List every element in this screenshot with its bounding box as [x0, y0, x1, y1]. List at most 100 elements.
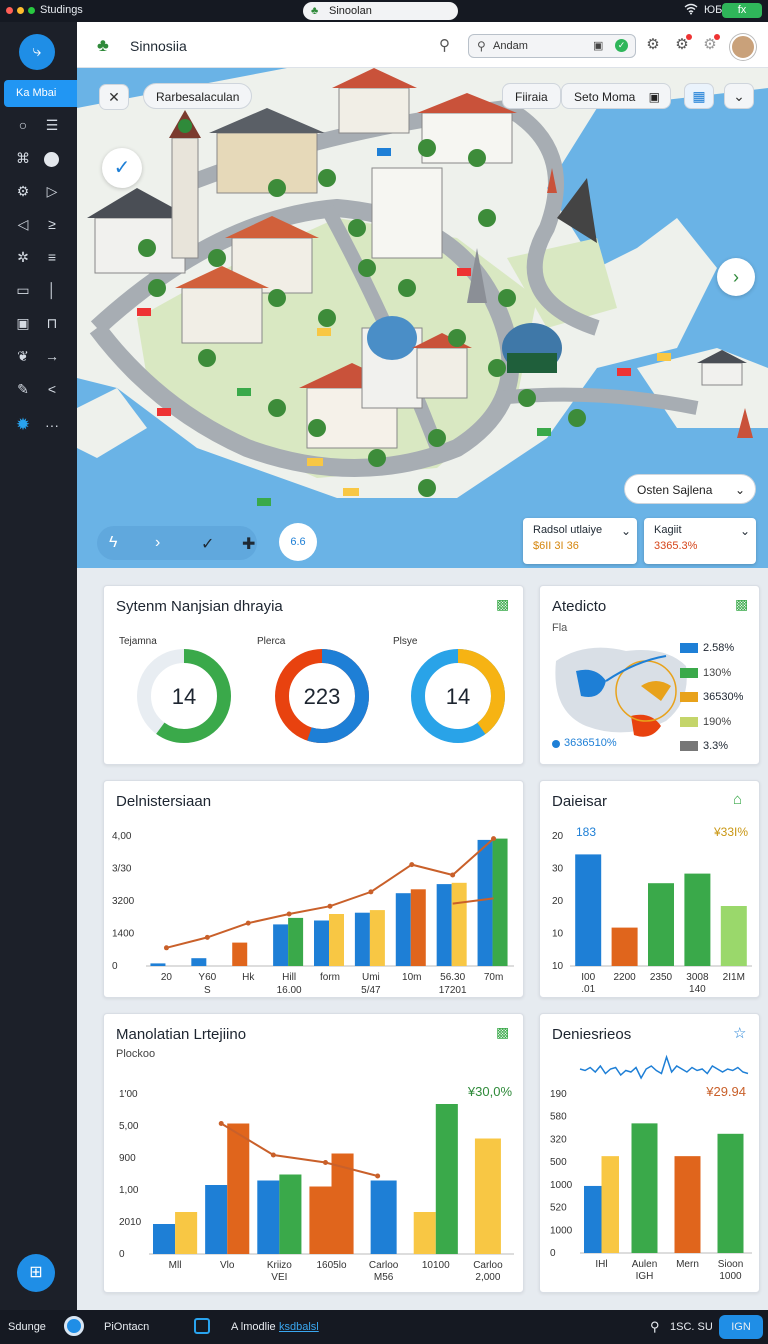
map-filter-chip[interactable]: Fiiraia — [502, 83, 561, 109]
edit-icon[interactable]: ✎ — [14, 380, 32, 398]
region-dropdown[interactable]: Osten Sajlena ⌄ — [624, 474, 756, 504]
home-icon[interactable]: ⌂ — [733, 791, 742, 808]
users-icon[interactable]: ❦ — [14, 347, 32, 365]
x-tick-label: 3008 — [686, 972, 709, 983]
tool-plus-icon[interactable]: ✚ — [242, 534, 255, 554]
bar — [205, 1185, 228, 1254]
briefcase-icon[interactable]: ▣ — [14, 314, 32, 332]
star-outline-icon[interactable]: ☆ — [733, 1024, 746, 1042]
gear-outline-icon[interactable]: ⚙ — [14, 182, 32, 200]
map-check-button[interactable]: ✓ — [102, 148, 142, 188]
folder-icon[interactable]: ▭ — [14, 281, 32, 299]
donut-label: Plerca — [257, 636, 286, 647]
bar-card-3-title: Manolatian Lrtejiino — [116, 1026, 247, 1043]
trend-point — [409, 862, 415, 868]
zoom-button[interactable]: 6.6 — [279, 523, 317, 561]
bar — [309, 1186, 332, 1254]
tool-bolt-icon[interactable]: ϟ — [109, 534, 117, 552]
x-sublabel: 2,000 — [475, 1272, 500, 1283]
bar-card-3: Manolatian Lrtejiino Plockoo ▩ 1'00 5,00 9… — [103, 1013, 524, 1293]
leaf-icon: ♣ — [311, 5, 319, 17]
browser-tab[interactable]: ♣ Sinoolan — [303, 2, 458, 20]
y-tick-label: 1'00 — [119, 1089, 138, 1100]
settings-icon[interactable]: ✹ — [14, 416, 32, 434]
bottom-link[interactable]: ksdbalsl — [279, 1321, 319, 1333]
bar — [684, 873, 711, 966]
x-tick-label: 56.30 — [440, 972, 465, 983]
tool-arrow-icon[interactable]: › — [155, 534, 160, 552]
apps-grid-button[interactable]: ⊞ — [17, 1254, 55, 1292]
greater-equal-icon[interactable]: ≥ — [43, 215, 61, 233]
play-icon[interactable]: ▷ — [43, 182, 61, 200]
primary-action-button[interactable]: IGN — [719, 1315, 763, 1339]
bar-card-2: Daieisar ⌂ 20 30 20 10 10 183 ¥33I% I00.01 2200 2… — [539, 780, 760, 998]
legend-swatch — [680, 643, 698, 654]
geo-export-icon[interactable]: ▩ — [735, 596, 748, 613]
tag-icon[interactable]: ◁ — [14, 215, 32, 233]
bar — [354, 912, 370, 966]
layers-button[interactable]: ▦ — [684, 83, 714, 109]
legend-value: 3.3% — [703, 740, 729, 753]
y-tick-label: 3/30 — [112, 864, 132, 875]
x-tick-label: Kriizo — [267, 1260, 292, 1271]
check-icon[interactable]: ✓ — [615, 39, 628, 52]
stats-panel-2[interactable]: Kagiit 3365.3% ⌄ — [644, 518, 756, 564]
chevron-down-icon[interactable]: ⌄ — [724, 83, 754, 109]
star-icon[interactable]: ✲ — [14, 248, 32, 266]
bar-chart-2: 20 30 20 10 10 183 ¥33I% I00.01 2200 2350 3008140 2… — [552, 825, 752, 995]
maximize-window-button[interactable] — [28, 7, 35, 14]
menu-icon[interactable]: ☰ — [43, 116, 61, 134]
close-map-button[interactable]: ✕ — [99, 84, 129, 110]
map-view-chip[interactable]: Seto Moma ▣ — [561, 83, 671, 109]
toggle-dot-icon[interactable] — [44, 152, 59, 167]
sparkline — [579, 1054, 749, 1080]
bar — [474, 1138, 501, 1254]
back-icon[interactable]: < — [43, 380, 61, 398]
battery-badge: fx — [722, 3, 762, 18]
trend-point — [491, 836, 497, 842]
trend-point — [323, 1160, 328, 1165]
bottom-search-icon[interactable]: ⚲ — [650, 1319, 660, 1335]
map-next-button[interactable]: › — [717, 258, 755, 296]
gear-icon[interactable]: ⚙ — [640, 32, 666, 58]
close-window-button[interactable] — [6, 7, 13, 14]
search-input[interactable]: ⚲ Andam ▣ ✓ — [468, 34, 636, 58]
circle-icon[interactable]: ○ — [14, 116, 32, 134]
legend-row: 2.58% — [680, 636, 755, 661]
bar — [492, 838, 508, 966]
bar — [191, 958, 207, 966]
legend-row: 130% — [680, 661, 755, 686]
os-top-bar: Studings ♣ Sinoolan ЮБ fx — [0, 0, 768, 22]
bar — [257, 1180, 280, 1254]
isometric-map[interactable]: ✕ Rarbesalaculan ✓ Fiiraia Seto Moma ▣ ▦… — [77, 68, 768, 568]
record-icon[interactable] — [64, 1316, 84, 1336]
x-tick-label: 20 — [161, 972, 173, 983]
arrow-icon[interactable]: → — [43, 347, 61, 365]
divider-icon[interactable]: │ — [43, 281, 61, 299]
logo-icon[interactable]: ⤷ — [19, 34, 55, 70]
stats-panel-2-title: Kagiit — [654, 524, 682, 536]
lock-icon[interactable]: ⊓ — [43, 314, 61, 332]
donut-value: 223 — [304, 684, 341, 709]
sidebar: ⤷ Ka Mbai ○ ☰ ⌘ ⚙ ▷ ◁ ≥ ✲ ≡ ▭ │ ▣ ⊓ ❦ → … — [0, 22, 77, 1310]
bottom-left-label: Sdunge — [8, 1321, 46, 1333]
y-tick-label: 10 — [552, 961, 564, 972]
screen-icon[interactable]: ▣ — [593, 39, 603, 52]
tool-check-icon[interactable]: ✓ — [201, 534, 214, 554]
search-icon[interactable]: ⚲ — [439, 36, 450, 54]
list-icon[interactable]: ≡ — [43, 248, 61, 266]
sidebar-item-active[interactable]: Ka Mbai — [4, 80, 77, 107]
bar-card-2-title: Daieisar — [552, 793, 608, 810]
window-icon[interactable] — [194, 1318, 210, 1334]
map-search-chip[interactable]: Rarbesalaculan — [143, 83, 253, 109]
bar-card-3-export-icon[interactable]: ▩ — [496, 1024, 509, 1041]
map-tools-bar: ϟ › ✓ ✚ — [97, 526, 257, 560]
more-icon[interactable]: ··· — [43, 416, 61, 434]
puzzle-icon[interactable]: ⌘ — [14, 149, 32, 167]
minimize-window-button[interactable] — [17, 7, 24, 14]
y-tick-label: 900 — [119, 1153, 136, 1164]
donut-card-title: Sytenm Nanjsian dhrayia — [116, 598, 283, 615]
avatar[interactable] — [730, 34, 756, 60]
stats-panel-1[interactable]: Radsol utlaiye $6II 3I 36 ⌄ — [523, 518, 637, 564]
export-icon[interactable]: ▩ — [496, 596, 509, 613]
